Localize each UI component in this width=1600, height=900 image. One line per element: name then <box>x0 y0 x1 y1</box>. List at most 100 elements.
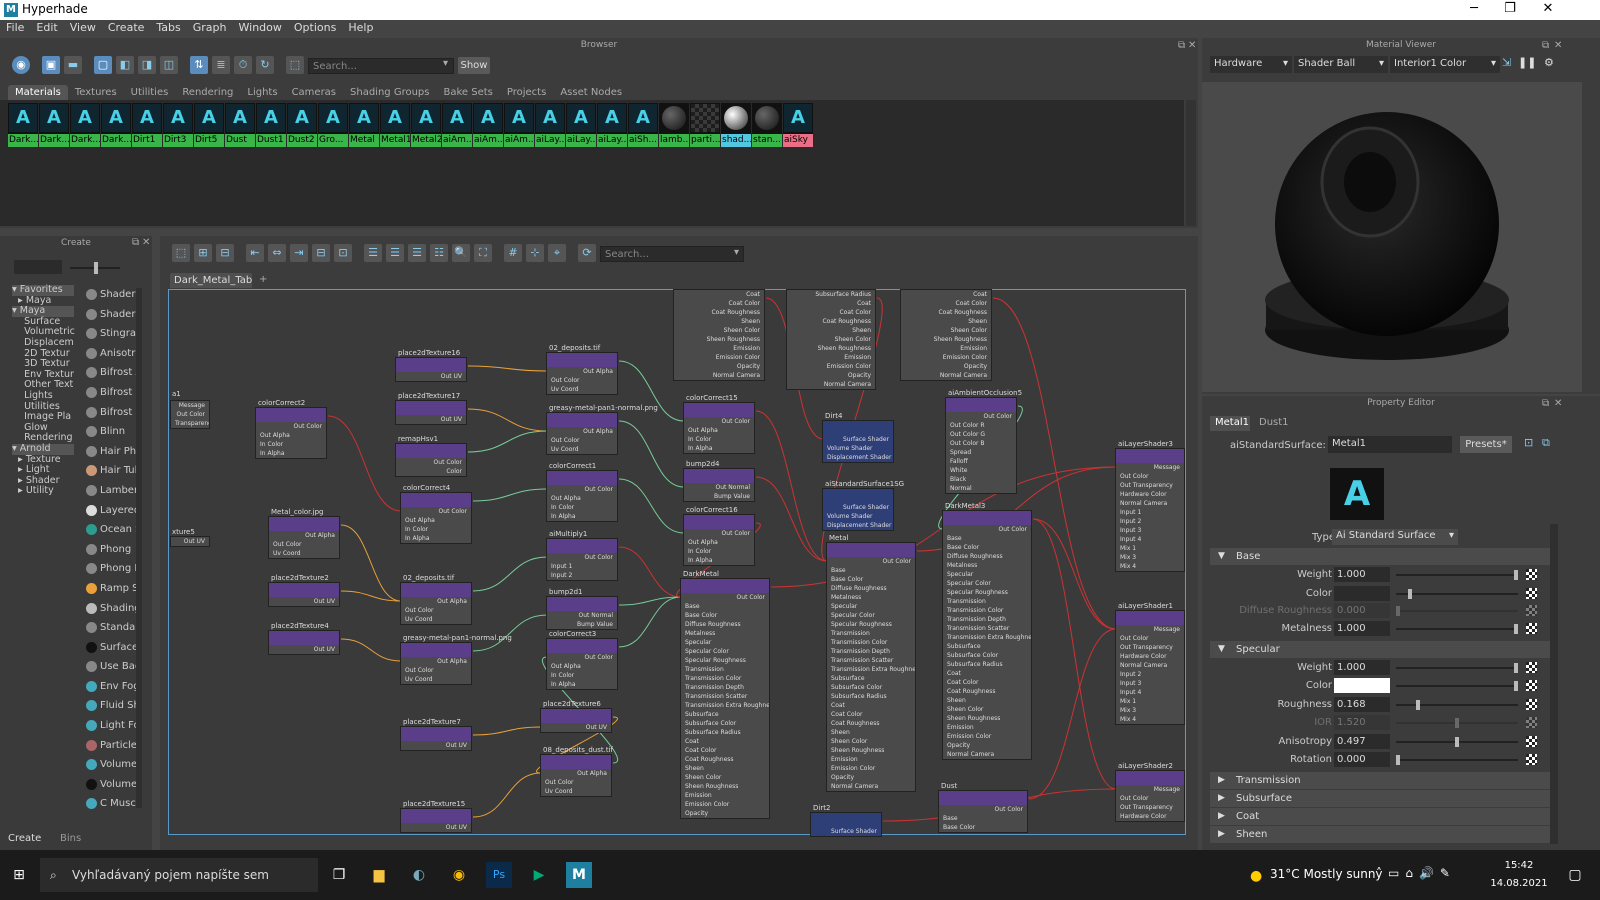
node-header[interactable] <box>547 597 617 611</box>
section-transmission[interactable]: ▶ Transmission <box>1210 772 1550 789</box>
node-attribute[interactable]: Specular Roughness <box>943 588 1031 597</box>
node-name-field[interactable]: Metal1 <box>1328 436 1452 453</box>
node-attribute[interactable]: Out UV <box>171 537 209 546</box>
node-attribute[interactable]: Out Color <box>541 778 611 787</box>
shader-node[interactable]: Out UV <box>170 536 210 547</box>
node-attribute[interactable]: Subsurface <box>827 674 915 683</box>
node-attribute[interactable]: Out Color <box>547 485 617 494</box>
mv-float-icon[interactable]: ⧉ <box>1542 40 1549 51</box>
map-button-icon[interactable] <box>1526 661 1537 673</box>
node-attribute[interactable]: Coat Roughness <box>827 719 915 728</box>
material-swatch[interactable]: A Gro... <box>318 103 348 147</box>
renderer-select[interactable]: Hardware ▾ <box>1210 56 1292 73</box>
node-attribute[interactable]: Normal Camera <box>943 750 1031 759</box>
tab-asset-nodes[interactable]: Asset Nodes <box>553 85 629 100</box>
slider-knob[interactable] <box>1407 588 1412 599</box>
node-attribute[interactable]: Out Normal <box>547 611 617 620</box>
minimize-icon[interactable]: ─ <box>1456 0 1492 20</box>
node-attribute[interactable]: Out Alpha <box>401 516 471 525</box>
select-icon[interactable]: ⬚ <box>286 56 304 74</box>
tab-utilities[interactable]: Utilities <box>124 85 176 100</box>
node-attribute[interactable]: Transmission <box>827 629 915 638</box>
attr-value-field[interactable]: 0.000 <box>1334 602 1390 618</box>
node-attribute[interactable]: Coat Roughness <box>787 317 875 326</box>
shader-node[interactable]: 02_deposits.tif Out Alpha Out Color Uv Coor… <box>546 344 618 395</box>
node-attribute[interactable]: Out Alpha <box>541 769 611 778</box>
slider-knob[interactable] <box>1454 736 1459 747</box>
shader-node[interactable]: colorCorrect1 Out Color Out Alpha In Color I… <box>546 462 618 522</box>
node-attribute[interactable]: Out Color B <box>946 439 1016 448</box>
graph-upstream-icon[interactable]: ⇤ <box>246 244 264 262</box>
shader-node[interactable]: Coat Coat Color Coat Roughness Sheen Sheen C… <box>900 289 992 381</box>
node-attribute[interactable]: Mix 4 <box>1116 715 1184 724</box>
node-header[interactable] <box>396 444 466 458</box>
icon-size-slider[interactable] <box>70 262 120 274</box>
slider-knob[interactable] <box>1415 699 1420 710</box>
node-header[interactable] <box>823 489 893 503</box>
node-attribute[interactable]: Specular Color <box>681 647 769 656</box>
node-attribute[interactable]: Surface Shader <box>823 503 893 512</box>
node-attribute[interactable]: Hardware Color <box>1116 812 1184 821</box>
tab-cameras[interactable]: Cameras <box>285 85 343 100</box>
close-icon[interactable]: ✕ <box>1530 0 1566 20</box>
panel-close-icon[interactable]: ✕ <box>1188 40 1196 51</box>
pin-icon[interactable]: ⊡ <box>334 244 352 262</box>
create-filter-input[interactable] <box>14 260 62 274</box>
snapshot-icon[interactable]: ⇲ <box>1502 56 1511 69</box>
restore-icon[interactable]: ❐ <box>1492 0 1528 20</box>
output-icon[interactable]: ◨ <box>138 56 156 74</box>
node-attribute[interactable]: Transmission <box>943 597 1031 606</box>
node-attribute[interactable]: Coat Color <box>674 299 764 308</box>
add-selected-icon[interactable]: ⊞ <box>194 244 212 262</box>
material-swatch[interactable]: A Dust1 <box>256 103 286 147</box>
node-attribute[interactable]: Specular Color <box>943 579 1031 588</box>
node-attribute[interactable]: Out Transparency <box>1116 643 1184 652</box>
slider-knob[interactable] <box>1455 718 1459 728</box>
node-attribute[interactable]: Opacity <box>674 362 764 371</box>
section-specular[interactable]: ▼ Specular <box>1210 640 1550 658</box>
node-attribute[interactable]: Out Color <box>547 376 617 385</box>
graph-icon[interactable]: ▣ <box>42 56 60 74</box>
node-header[interactable] <box>684 515 754 529</box>
node-attribute[interactable]: In Alpha <box>256 449 326 458</box>
node-attribute[interactable]: Specular Roughness <box>681 656 769 665</box>
create-node-item[interactable]: Bifrost L <box>84 403 136 423</box>
node-header[interactable] <box>547 539 617 553</box>
node-header[interactable] <box>401 727 471 741</box>
section-base[interactable]: ▼ Base <box>1210 548 1550 565</box>
material-swatch[interactable]: A Dirt1 <box>132 103 162 147</box>
node-attribute[interactable]: Normal Camera <box>1116 499 1184 508</box>
shader-node[interactable]: DarkMetal3 Out Color Base Base Color Diffuse… <box>942 502 1032 760</box>
io-icon[interactable]: ◫ <box>160 56 178 74</box>
shader-node[interactable]: colorCorrect16 Out Color Out Alpha In Color… <box>683 506 755 566</box>
material-swatch[interactable]: A Dark... <box>8 103 38 147</box>
layout-icon[interactable]: ⊟ <box>312 244 330 262</box>
node-attribute[interactable]: Out UV <box>401 741 471 750</box>
node-attribute[interactable]: Subsurface Radius <box>827 692 915 701</box>
node-attribute[interactable]: Spread <box>946 448 1016 457</box>
material-swatch[interactable]: parti... <box>690 103 720 147</box>
shader-node[interactable]: greasy-metal-pan1-normal.png Out Alpha Out… <box>546 404 658 455</box>
create-node-item[interactable]: Volume <box>84 755 136 775</box>
node-attribute[interactable]: Transmission Depth <box>827 647 915 656</box>
shader-node[interactable]: Subsurface Radius Coat Coat Color Coat Roug… <box>786 289 876 390</box>
node-attribute[interactable]: Coat Color <box>901 299 991 308</box>
create-node-item[interactable]: Particle <box>84 736 136 756</box>
node-attribute[interactable]: Coat <box>943 669 1031 678</box>
node-attribute[interactable]: Out Alpha <box>401 597 471 606</box>
node-attribute[interactable]: Opacity <box>787 371 875 380</box>
material-swatch[interactable]: shad... <box>721 103 751 147</box>
node-attribute[interactable]: Out Color <box>401 666 471 675</box>
node-header[interactable] <box>1116 771 1184 785</box>
refresh-graph-icon[interactable]: ⟳ <box>578 244 596 262</box>
shader-node[interactable]: place2dTexture4 Out UV <box>268 622 340 655</box>
node-attribute[interactable]: Subsurface <box>681 710 769 719</box>
node-attribute[interactable]: Out Transparency <box>1116 481 1184 490</box>
node-header[interactable] <box>547 413 617 427</box>
node-attribute[interactable]: Input 1 <box>1116 508 1184 517</box>
attr-slider[interactable] <box>1396 755 1518 765</box>
chrome-icon[interactable]: ◉ <box>446 862 472 888</box>
create-node-item[interactable]: Bifrost I <box>84 383 136 403</box>
node-attribute[interactable]: Transparency <box>171 419 209 428</box>
shader-node[interactable]: Dirt4 Surface Shader Volume Shader Displace… <box>822 412 894 463</box>
